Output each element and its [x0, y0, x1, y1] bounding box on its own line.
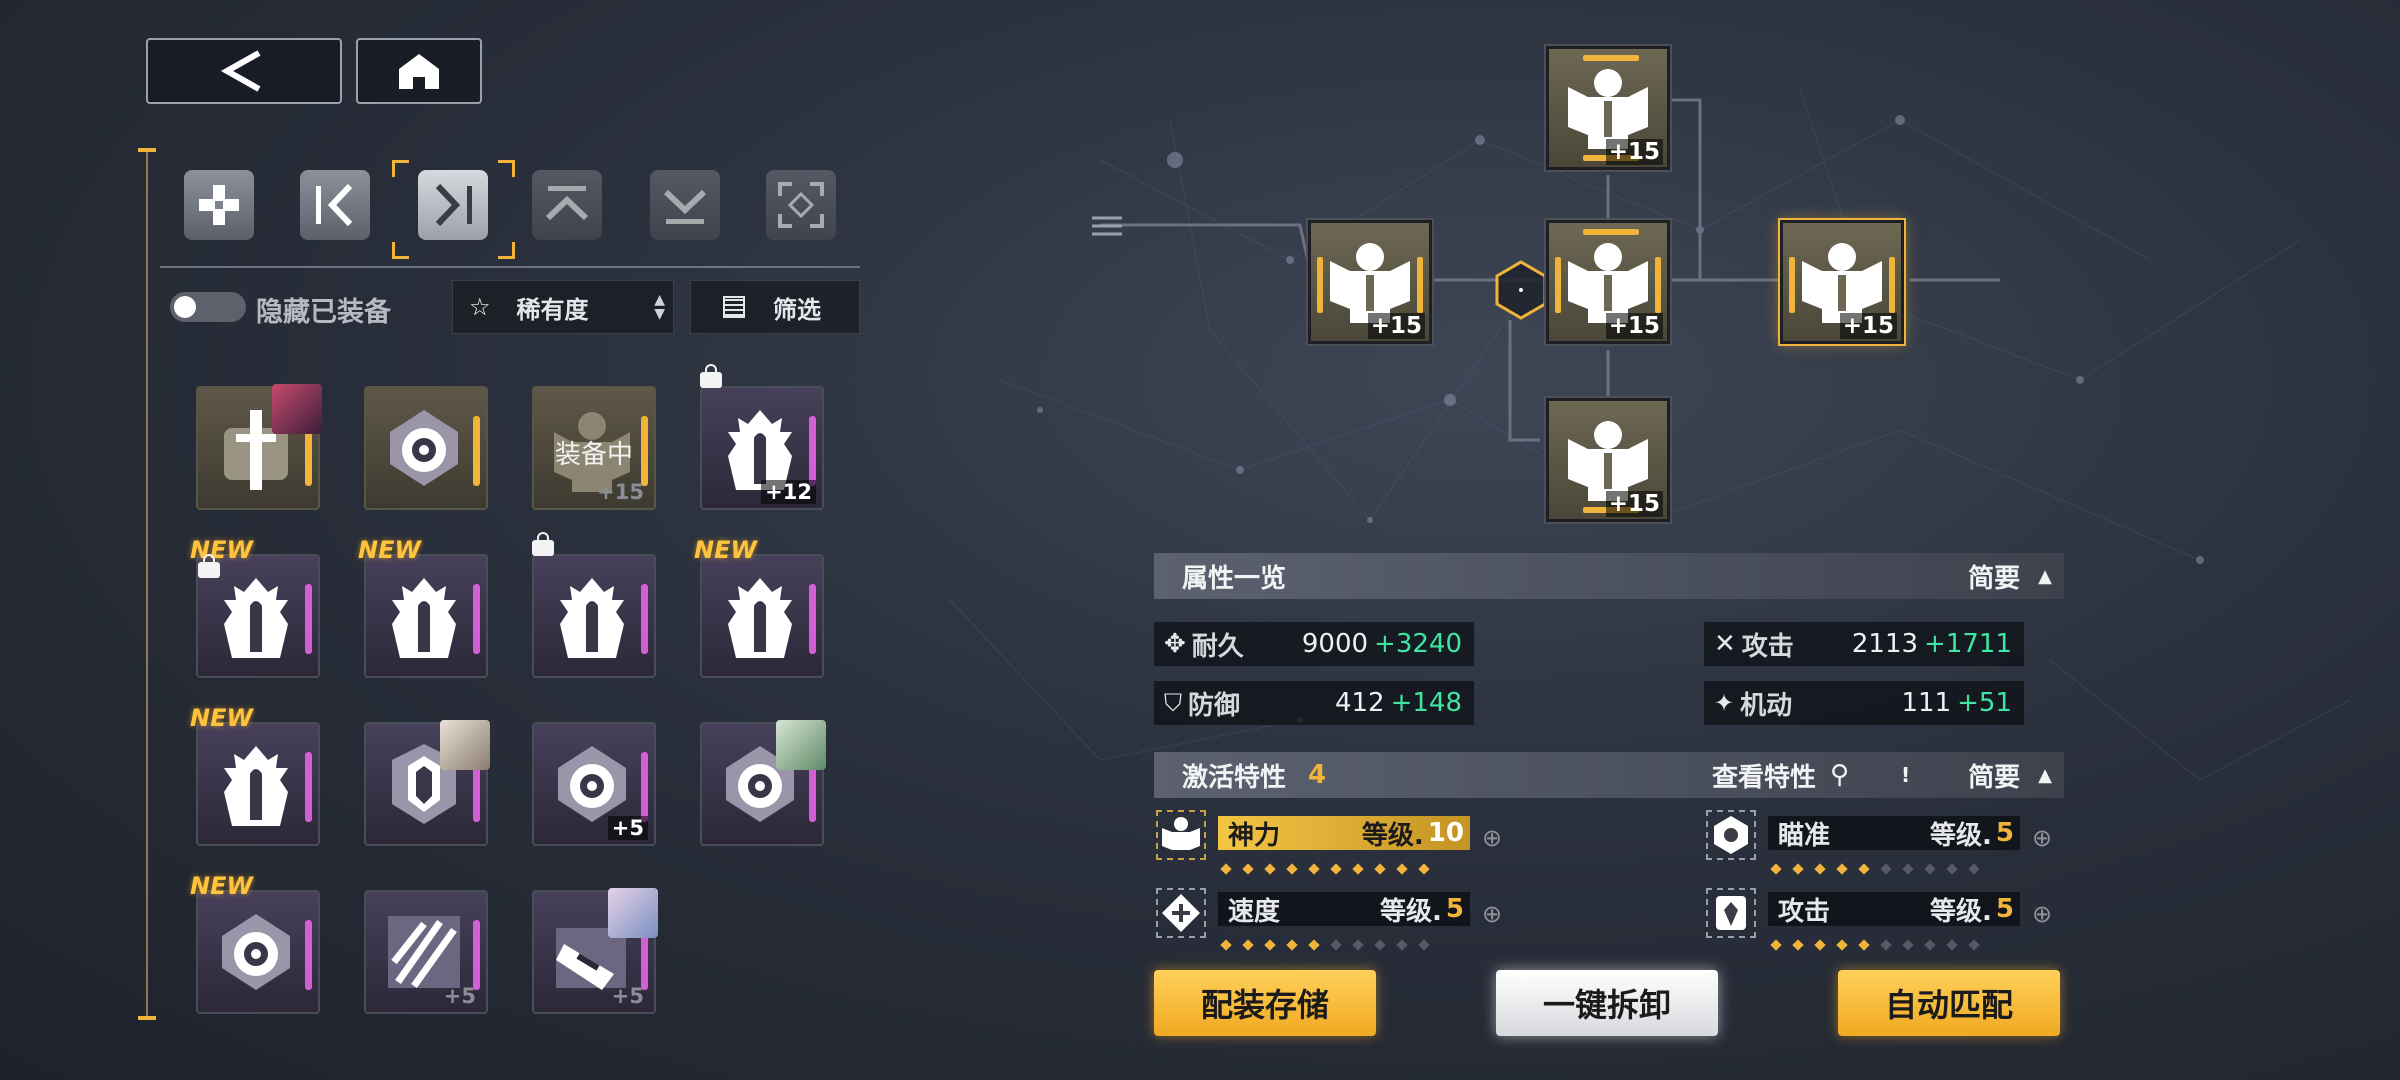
stat-label: 耐久: [1191, 631, 1244, 662]
trait-zoom-icon[interactable]: ⊕: [1482, 824, 1502, 852]
stat-label: 防御: [1188, 690, 1241, 721]
trait-progress: [1220, 934, 1442, 951]
stat-value: 2113: [1851, 629, 1919, 659]
trait-name: 神力: [1228, 820, 1281, 851]
aim-icon: [1714, 816, 1748, 854]
unequip-all-label: 一键拆卸: [1542, 986, 1671, 1024]
node-level: +15: [1605, 491, 1663, 517]
stat-bonus: +3240: [1374, 629, 1462, 659]
stat-value: 9000: [1301, 629, 1369, 659]
trait-zoom-icon[interactable]: ⊕: [2032, 900, 2052, 928]
traits-header: 激活特性 4 查看特性 ⚲ ! 简要 ▲: [1154, 752, 2064, 798]
auto-match-button[interactable]: 自动匹配: [1838, 970, 2060, 1036]
trait-level-label: 等级.: [1930, 820, 1992, 851]
stat-value: 412: [1334, 688, 1385, 718]
traits-count: 4: [1308, 760, 1327, 790]
stat-durability: ✥ 耐久 9000 +3240: [1154, 622, 1474, 666]
attack-icon: ✕: [1714, 629, 1736, 659]
trait-level: 5: [1445, 894, 1464, 924]
attributes-header: 属性一览 简要 ▲: [1154, 553, 2064, 599]
stat-attack: ✕ 攻击 2113 +1711: [1704, 622, 2024, 666]
stat-bonus: +51: [1957, 688, 2012, 718]
save-loadout-label: 配装存储: [1200, 986, 1329, 1024]
node-level: +15: [1839, 313, 1897, 339]
info-icon[interactable]: !: [1901, 763, 1910, 787]
trait-power[interactable]: 神力 等级. 10: [1228, 812, 1464, 854]
defense-icon: ⛉: [1164, 689, 1182, 717]
stat-bonus: +1711: [1924, 629, 2012, 659]
trait-icon-frame: [1156, 810, 1206, 860]
trait-progress: [1770, 934, 1992, 951]
trait-level: 5: [1995, 894, 2014, 924]
gear-node-center[interactable]: +15: [1546, 220, 1670, 344]
gear-node-left[interactable]: +15: [1308, 220, 1432, 344]
trait-icon-frame: [1156, 888, 1206, 938]
trait-icon-frame: [1706, 888, 1756, 938]
trait-attack[interactable]: 攻击 等级. 5: [1778, 888, 2014, 930]
trait-level-label: 等级.: [1380, 896, 1442, 927]
trait-icon-frame: [1706, 810, 1756, 860]
save-loadout-button[interactable]: 配装存储: [1154, 970, 1376, 1036]
gear-node-top[interactable]: +15: [1546, 46, 1670, 170]
mobility-icon: ✦: [1714, 689, 1735, 717]
power-icon: [1162, 817, 1200, 850]
stat-mobility: ✦ 机动 111 +51: [1704, 681, 2024, 725]
trait-zoom-icon[interactable]: ⊕: [2032, 824, 2052, 852]
attributes-toggle[interactable]: 简要: [1968, 558, 2020, 595]
stat-value: 111: [1901, 688, 1952, 718]
unequip-all-button[interactable]: 一键拆卸: [1496, 970, 1718, 1036]
node-level: +15: [1605, 139, 1663, 165]
trait-level-label: 等级.: [1930, 896, 1992, 927]
node-level: +15: [1367, 313, 1425, 339]
attributes-title: 属性一览: [1182, 563, 1287, 594]
speed-icon: [1162, 894, 1200, 932]
trait-level: 5: [1995, 818, 2014, 848]
stat-label: 攻击: [1741, 631, 1794, 662]
trait-progress: [1220, 858, 1442, 875]
trait-aim[interactable]: 瞄准 等级. 5: [1778, 812, 2014, 854]
stat-defense: ⛉ 防御 412 +148: [1154, 681, 1474, 725]
collapse-up-icon[interactable]: ▲: [2038, 566, 2052, 587]
attack-trait-icon: [1716, 896, 1746, 930]
trait-name: 攻击: [1778, 896, 1831, 927]
traits-toggle[interactable]: 简要: [1968, 757, 2020, 794]
magnifier-icon[interactable]: ⚲: [1830, 760, 1849, 790]
trait-progress: [1770, 858, 1992, 875]
traits-title: 激活特性: [1182, 762, 1287, 793]
gear-node-bottom[interactable]: +15: [1546, 398, 1670, 522]
trait-zoom-icon[interactable]: ⊕: [1482, 900, 1502, 928]
trait-name: 速度: [1228, 896, 1281, 927]
node-level: +15: [1605, 313, 1663, 339]
collapse-up-icon[interactable]: ▲: [2038, 765, 2052, 786]
trait-level: 10: [1427, 818, 1464, 848]
trait-speed[interactable]: 速度 等级. 5: [1228, 888, 1464, 930]
auto-match-label: 自动匹配: [1884, 986, 2013, 1024]
trait-name: 瞄准: [1778, 820, 1831, 851]
trait-level-label: 等级.: [1361, 820, 1424, 851]
stat-label: 机动: [1740, 690, 1793, 721]
durability-icon: ✥: [1164, 629, 1186, 659]
gear-node-right[interactable]: +15: [1780, 220, 1904, 344]
stat-bonus: +148: [1390, 688, 1462, 718]
view-traits-label[interactable]: 查看特性: [1712, 757, 1816, 794]
